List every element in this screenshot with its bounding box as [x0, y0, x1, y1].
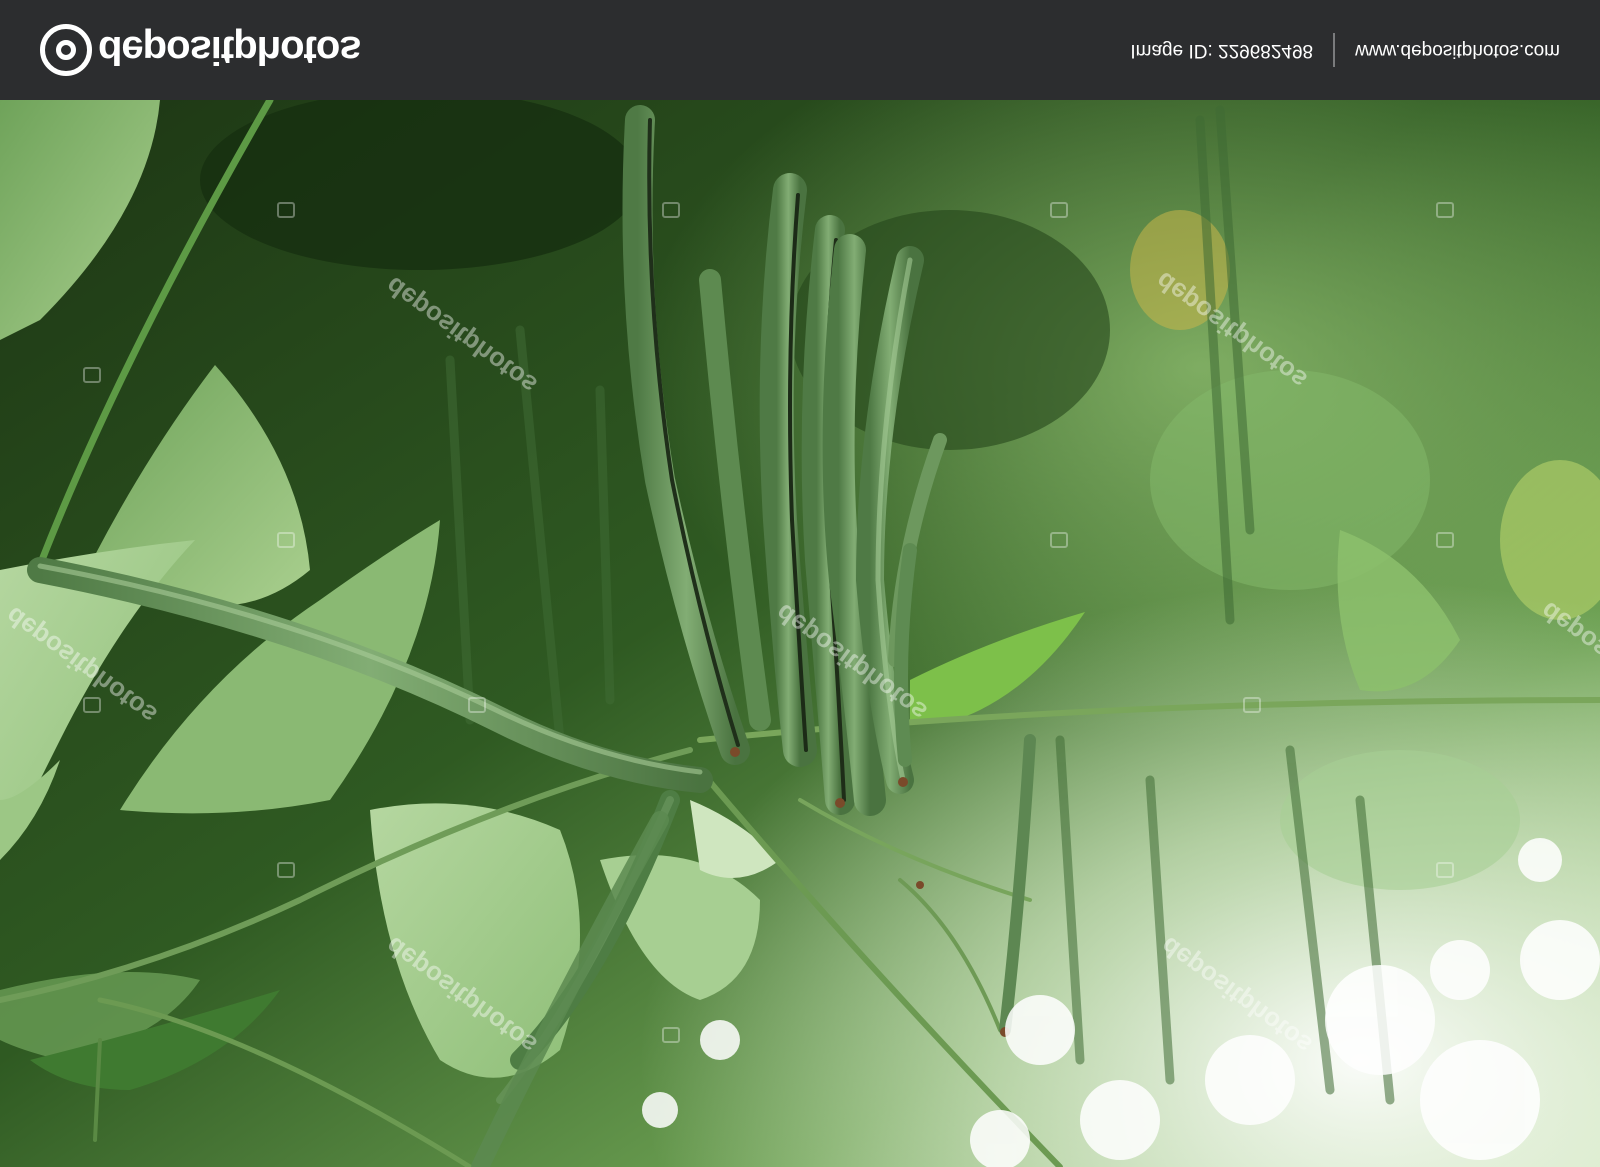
- header-divider: [1333, 33, 1336, 67]
- watermark-camera-icon: [662, 202, 680, 218]
- watermark-camera-icon: [277, 532, 295, 548]
- logo-text: depositphotos: [98, 28, 361, 73]
- watermark-camera-icon: [83, 367, 101, 383]
- watermark-camera-icon: [277, 202, 295, 218]
- watermark-camera-icon: [83, 697, 101, 713]
- camera-lens-icon: [40, 24, 92, 76]
- site-url-link[interactable]: www.depositphotos.com: [1355, 39, 1560, 61]
- watermark-camera-icon: [662, 1027, 680, 1043]
- watermark-camera-icon: [1436, 202, 1454, 218]
- watermark-camera-icon: [468, 697, 486, 713]
- watermark-camera-icon: [1243, 697, 1261, 713]
- image-meta: Image ID: 229682498 www.depositphotos.co…: [1130, 33, 1560, 67]
- watermark-camera-icon: [1436, 532, 1454, 548]
- header-bar: depositphotos Image ID: 229682498 www.de…: [0, 0, 1600, 100]
- watermark-camera-icon: [1436, 862, 1454, 878]
- watermark-camera-icon: [1050, 202, 1068, 218]
- watermark-camera-icon: [1050, 532, 1068, 548]
- depositphotos-logo[interactable]: depositphotos: [40, 22, 361, 78]
- image-id-label: Image ID: 229682498: [1130, 40, 1314, 61]
- watermark-camera-icon: [277, 862, 295, 878]
